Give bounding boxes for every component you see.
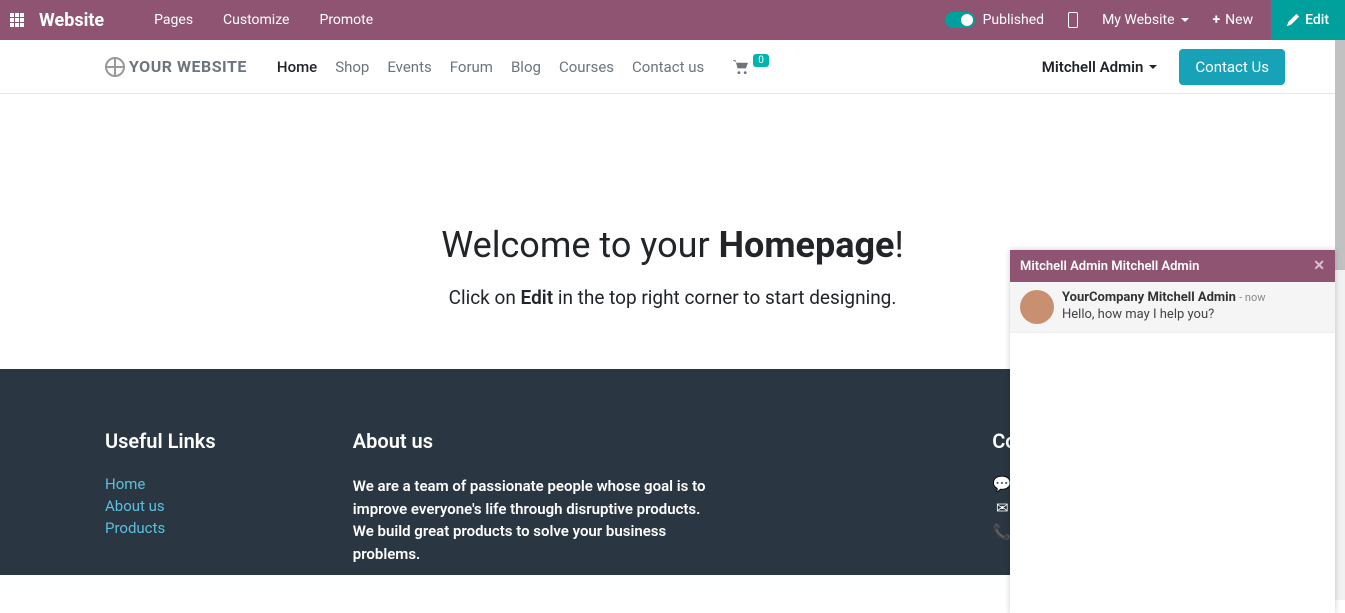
user-menu[interactable]: Mitchell Admin [1042, 58, 1158, 76]
livechat-window: Mitchell Admin Mitchell Admin ✕ YourComp… [1010, 250, 1335, 613]
about-text: We are a team of passionate people whose… [353, 475, 725, 565]
site-nav: Home Shop Events Forum Blog Courses Cont… [277, 58, 704, 76]
livechat-title: Mitchell Admin Mitchell Admin [1020, 259, 1199, 274]
chevron-down-icon [1181, 18, 1189, 22]
footer-useful-links: Useful Links Home About us Products [105, 429, 353, 565]
cart-badge: 0 [753, 54, 769, 67]
chat-timestamp: now [1245, 291, 1266, 304]
useful-links-title: Useful Links [105, 429, 353, 453]
menu-customize[interactable]: Customize [223, 12, 289, 28]
globe-icon [105, 57, 125, 77]
phone-icon [1068, 12, 1078, 28]
edit-button[interactable]: Edit [1271, 0, 1345, 40]
plus-icon: + [1213, 12, 1221, 28]
chat-author: YourCompany Mitchell Admin [1062, 290, 1236, 305]
footer-link-products[interactable]: Products [105, 519, 353, 537]
footer-about: About us We are a team of passionate peo… [353, 429, 745, 565]
apps-icon[interactable] [10, 13, 28, 27]
chat-message: YourCompany Mitchell Admin - now Hello, … [1010, 282, 1335, 333]
cart-icon [732, 60, 750, 74]
publish-toggle[interactable] [945, 12, 975, 28]
website-switcher[interactable]: My Website [1102, 12, 1188, 28]
pencil-icon [1287, 14, 1299, 26]
close-icon[interactable]: ✕ [1313, 258, 1325, 274]
footer-link-home[interactable]: Home [105, 475, 353, 493]
nav-events[interactable]: Events [387, 58, 431, 76]
nav-forum[interactable]: Forum [450, 58, 493, 76]
livechat-header[interactable]: Mitchell Admin Mitchell Admin ✕ [1010, 250, 1335, 282]
site-logo[interactable]: YOUR WEBSITE [105, 57, 247, 77]
menu-pages[interactable]: Pages [154, 12, 193, 28]
site-header: YOUR WEBSITE Home Shop Events Forum Blog… [0, 40, 1345, 94]
chat-body [1010, 333, 1335, 613]
menu-promote[interactable]: Promote [319, 12, 373, 28]
nav-shop[interactable]: Shop [335, 58, 369, 76]
mobile-preview-button[interactable] [1068, 12, 1078, 28]
app-title[interactable]: Website [39, 10, 104, 31]
publish-label: Published [983, 12, 1044, 28]
new-button[interactable]: +New [1213, 12, 1254, 28]
chevron-down-icon [1149, 65, 1157, 69]
footer-link-about[interactable]: About us [105, 497, 353, 515]
chat-text: Hello, how may I help you? [1062, 307, 1266, 322]
scrollbar-thumb[interactable] [1335, 40, 1345, 270]
avatar [1020, 290, 1054, 324]
contact-us-button[interactable]: Contact Us [1179, 49, 1285, 85]
about-title: About us [353, 429, 725, 453]
app-topbar: Website Pages Customize Promote Publishe… [0, 0, 1345, 40]
nav-contact[interactable]: Contact us [632, 58, 704, 76]
nav-blog[interactable]: Blog [511, 58, 541, 76]
cart-button[interactable]: 0 [732, 60, 769, 74]
nav-home[interactable]: Home [277, 58, 317, 76]
nav-courses[interactable]: Courses [559, 58, 614, 76]
